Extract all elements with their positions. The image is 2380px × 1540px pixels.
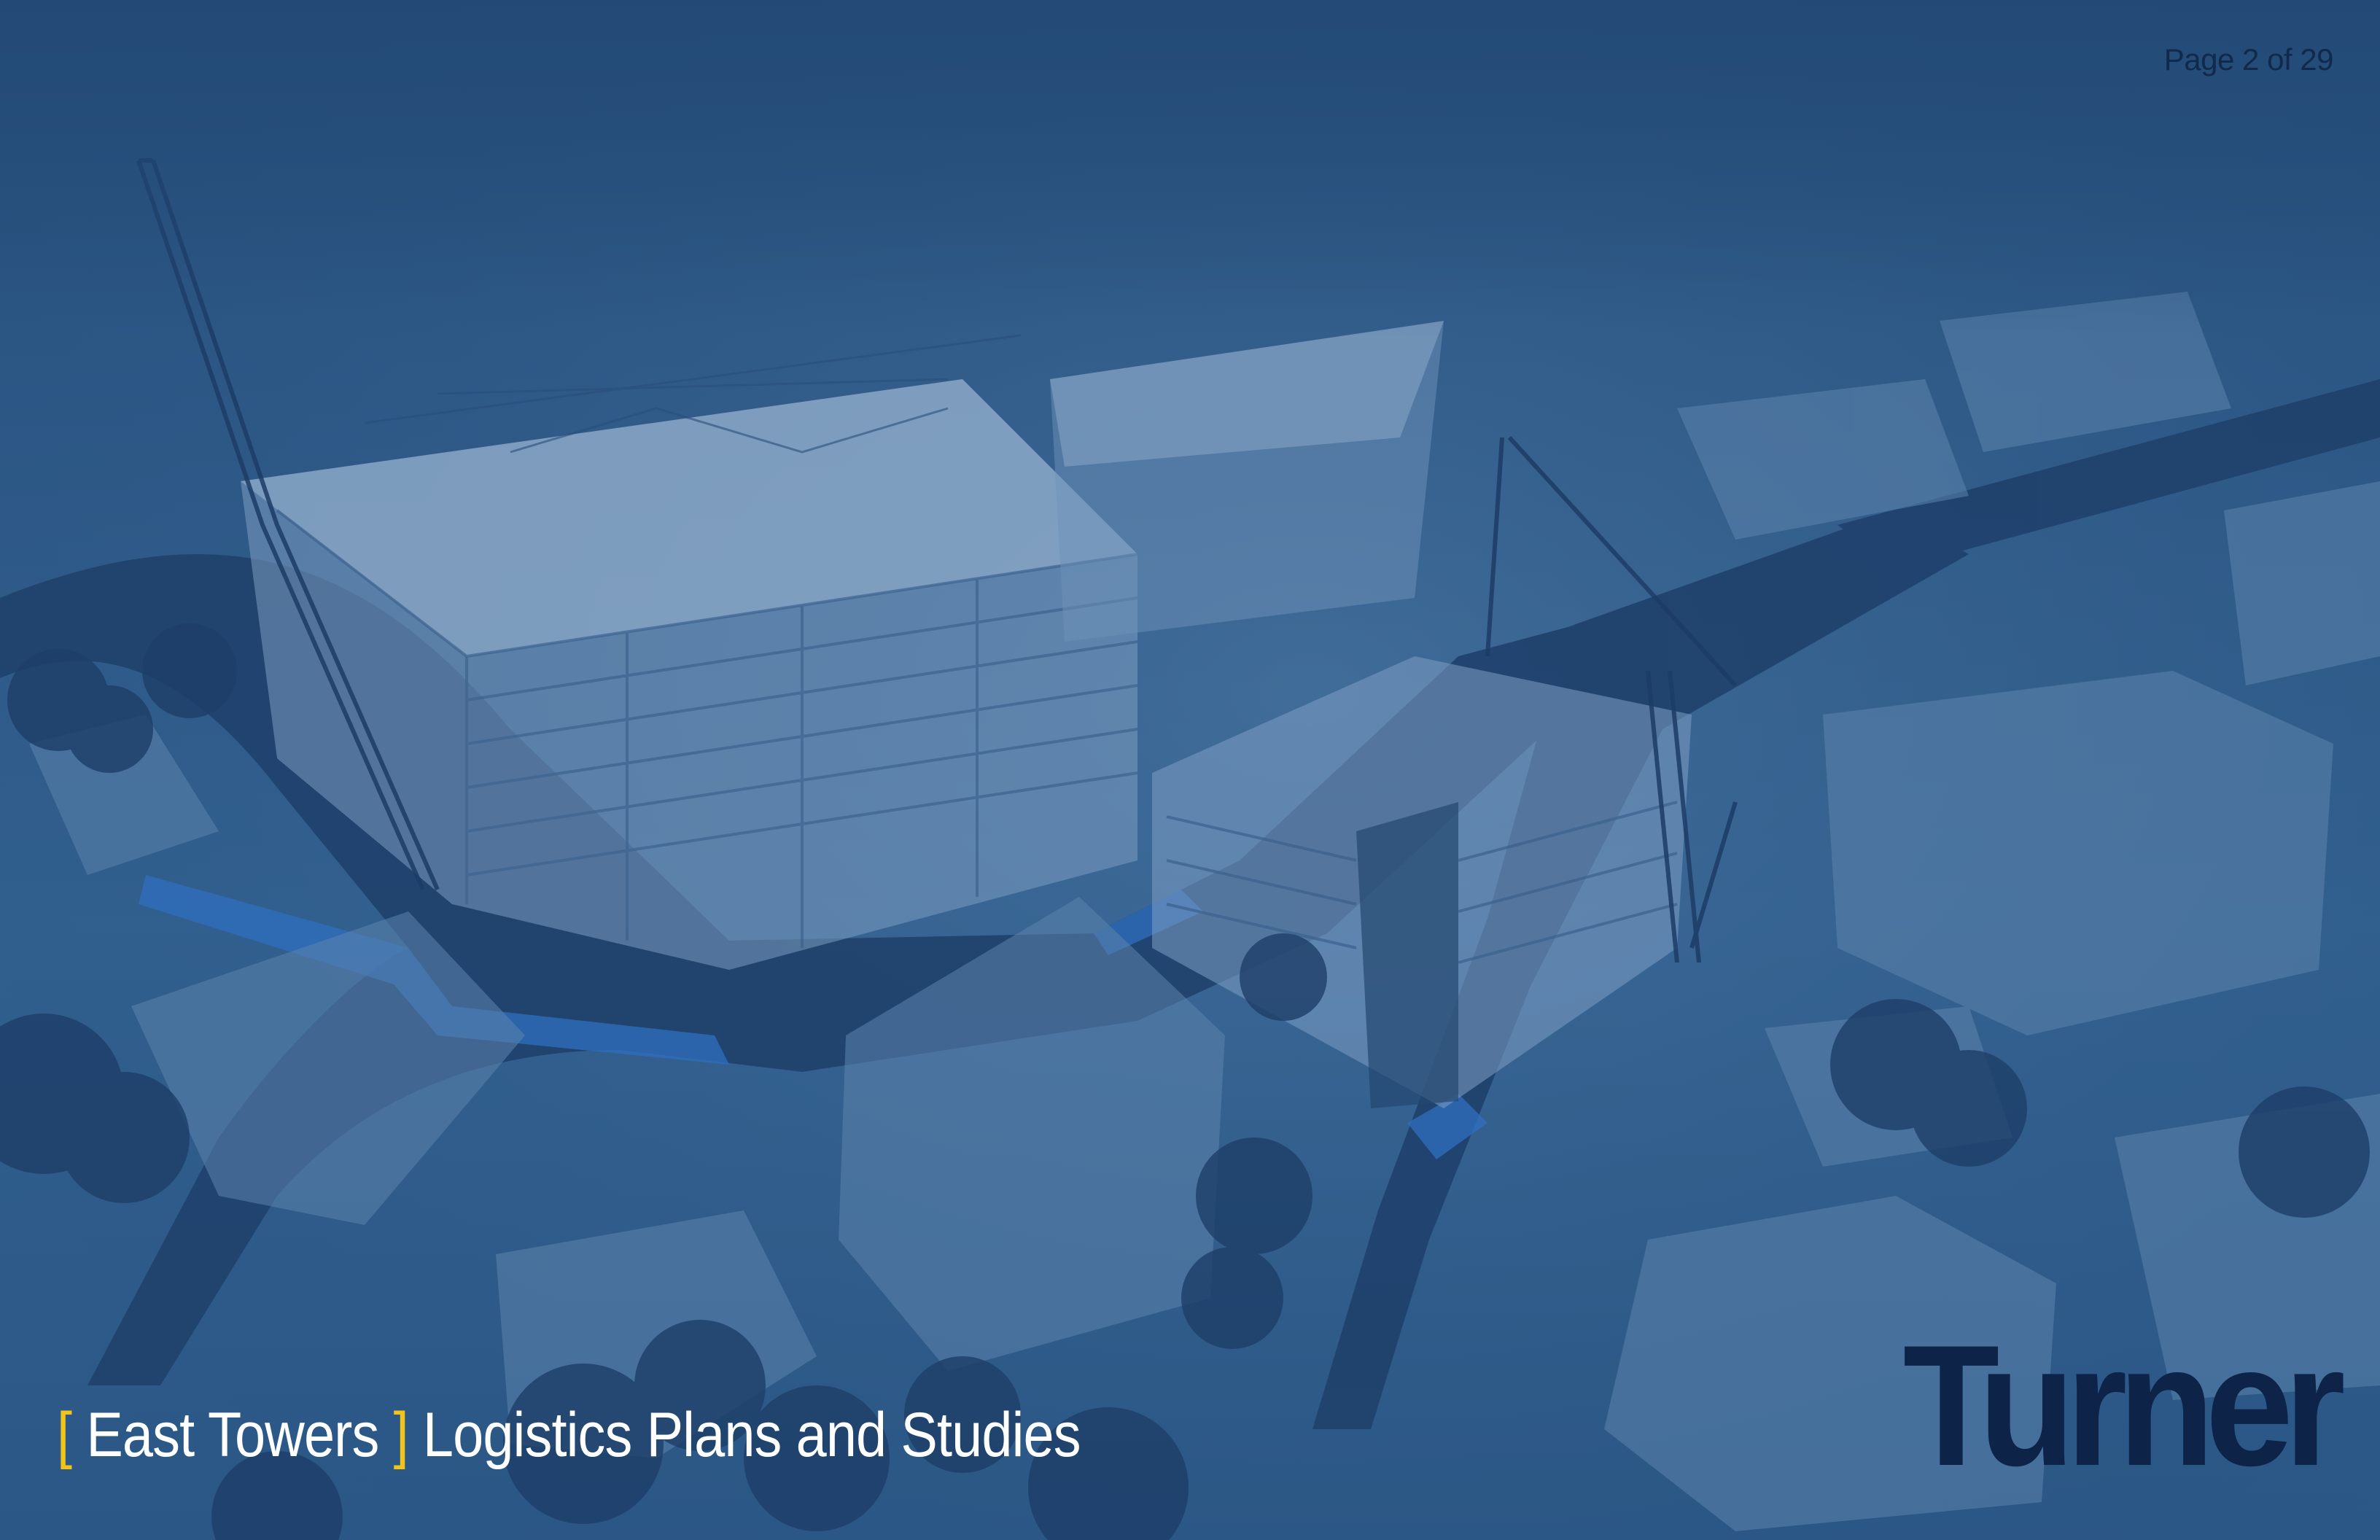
company-logo: Turner	[1902, 1310, 2346, 1502]
title-open-bracket: [	[57, 1400, 72, 1470]
project-name: East Towers	[86, 1400, 379, 1470]
slide: Page 2 of 29 [ East Towers ] Logistics P…	[0, 0, 2380, 1540]
title-close-bracket: ]	[393, 1400, 409, 1470]
page-indicator: Page 2 of 29	[2163, 42, 2334, 77]
slide-title: [ East Towers ] Logistics Plans and Stud…	[57, 1399, 1081, 1471]
slide-subtitle: Logistics Plans and Studies	[422, 1400, 1081, 1470]
sky-fade	[0, 0, 2380, 335]
